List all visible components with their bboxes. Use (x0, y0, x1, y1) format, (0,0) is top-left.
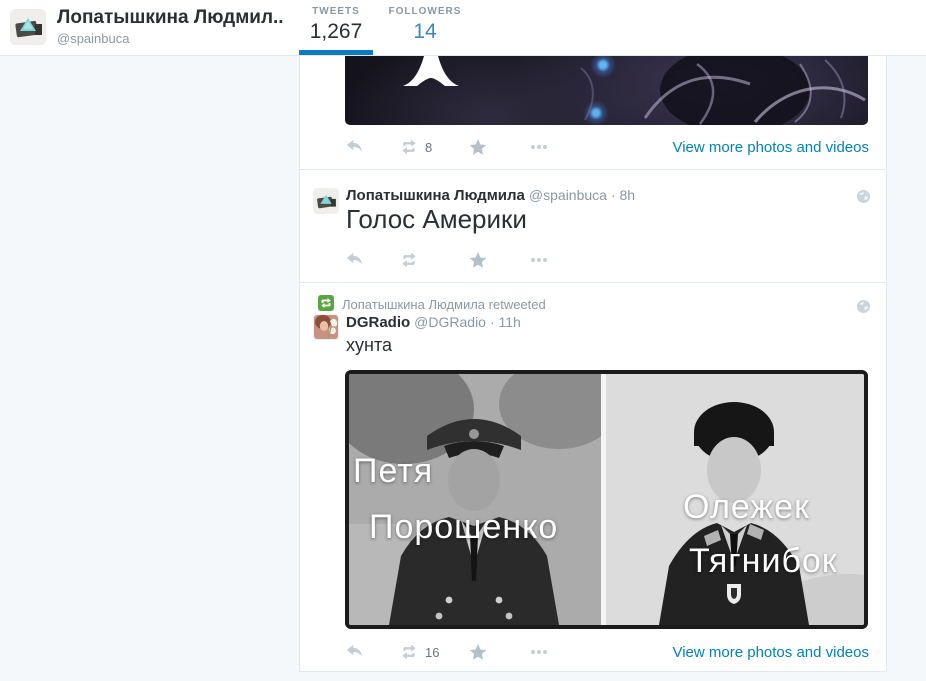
tweet-avatar[interactable] (314, 189, 338, 213)
tweets-count: 1,267 (299, 20, 373, 44)
meme-caption-right-2: Тягнибок (689, 544, 838, 578)
retweet-context[interactable]: Лопатышкина Людмила retweeted (342, 297, 546, 312)
profile-avatar-image (11, 10, 45, 44)
tweet-photo-fantasy-art[interactable] (345, 56, 868, 125)
author-handle[interactable]: @spainbuca (529, 187, 607, 203)
favorite-star-icon[interactable] (469, 643, 491, 661)
tweet-timeline: 8 View more photos and videos Лопатышкин… (299, 56, 887, 672)
favorite-star-icon[interactable] (469, 251, 491, 269)
fantasy-art-decoration (345, 56, 868, 125)
more-ellipsis-icon[interactable] (528, 643, 550, 661)
tweet-actions: 8 (346, 138, 646, 158)
tweet-card: Лопатышкина Людмила@spainbuca· 8h Голос … (299, 170, 887, 283)
meme-caption-left-1: Петя (353, 454, 433, 488)
tweet-actions (346, 251, 646, 271)
tweet-timestamp[interactable]: · 11h (490, 314, 521, 330)
white-emblem-icon (403, 56, 459, 86)
retweet-count: 16 (425, 645, 439, 660)
followers-count: 14 (384, 20, 466, 44)
active-tab-underline (299, 50, 373, 55)
tweet-header-row: Лопатышкина Людмила@spainbuca· 8h (346, 187, 635, 204)
profile-handle: @spainbuca (57, 31, 129, 46)
meme-caption-right-1: Олежек (683, 490, 810, 524)
tweet-photo-meme[interactable]: Петя Порошенко Олежек Тягнибок (345, 370, 868, 629)
tweet-avatar[interactable] (314, 315, 338, 339)
tweet-text: Голос Америки (346, 204, 527, 235)
tweet-header-row: DGRadio@DGRadio· 11h (346, 314, 521, 331)
globe-icon (856, 189, 871, 204)
tweet-timestamp[interactable]: · 8h (611, 187, 635, 203)
profile-header: Лопатышкина Людмил.. @spainbuca TWEETS 1… (0, 0, 926, 56)
author-name[interactable]: Лопатышкина Людмила (346, 187, 525, 204)
more-ellipsis-icon[interactable] (528, 138, 550, 156)
reply-icon[interactable] (346, 251, 368, 269)
view-more-link[interactable]: View more photos and videos (672, 139, 869, 156)
author-name[interactable]: DGRadio (346, 314, 410, 331)
reply-icon[interactable] (346, 138, 368, 156)
tweet-text: хунта (346, 335, 392, 356)
reply-icon[interactable] (346, 643, 368, 661)
favorite-star-icon[interactable] (469, 138, 491, 156)
tweets-label: TWEETS (299, 6, 373, 17)
tab-tweets[interactable]: TWEETS 1,267 (299, 6, 373, 44)
retweet-card: Лопатышкина Людмила retweeted DGRadio@DG… (299, 283, 887, 672)
retweet-icon[interactable] (399, 138, 421, 156)
tweet-card-photo: 8 View more photos and videos (299, 56, 887, 170)
profile-name[interactable]: Лопатышкина Людмил.. (57, 7, 284, 29)
globe-icon (856, 299, 871, 314)
retweet-icon[interactable] (399, 251, 421, 269)
tweet-avatar-image (314, 189, 338, 213)
meme-caption-left-2: Порошенко (369, 510, 558, 544)
tweet-actions: 16 (346, 643, 646, 663)
tweet-avatar-image (314, 315, 338, 339)
retweet-count: 8 (425, 140, 432, 155)
more-ellipsis-icon[interactable] (528, 251, 550, 269)
view-more-link[interactable]: View more photos and videos (672, 644, 869, 661)
profile-avatar[interactable] (11, 10, 45, 44)
author-handle[interactable]: @DGRadio (414, 314, 486, 330)
tab-followers[interactable]: FOLLOWERS 14 (384, 6, 466, 44)
retweeted-badge-icon (318, 295, 334, 311)
retweet-icon[interactable] (399, 643, 421, 661)
followers-label: FOLLOWERS (384, 6, 466, 17)
